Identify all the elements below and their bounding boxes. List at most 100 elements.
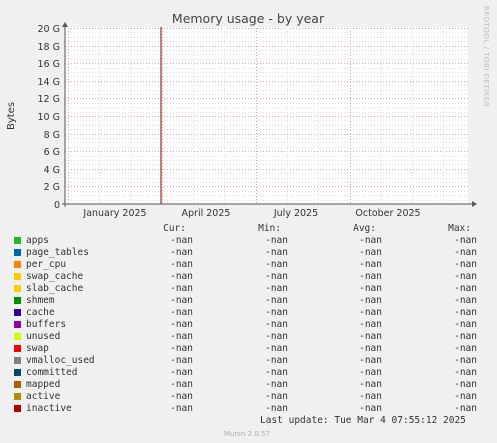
legend-value-max: -nan	[454, 307, 477, 318]
legend-value-min: -nan	[265, 271, 288, 282]
legend-value-avg: -nan	[359, 343, 382, 354]
legend-value-min: -nan	[265, 391, 288, 402]
legend-swatch	[14, 297, 21, 304]
legend-series-name: active	[26, 391, 61, 402]
y-tick-label: 8 G	[44, 130, 60, 141]
legend-row: shmem -nan -nan -nan -nan	[0, 295, 497, 307]
legend-value-cur: -nan	[170, 355, 193, 366]
legend-value-cur: -nan	[170, 307, 193, 318]
grid	[65, 28, 468, 205]
legend-value-cur: -nan	[170, 283, 193, 294]
chart-title: Memory usage - by year	[172, 11, 325, 26]
legend-row: cache -nan -nan -nan -nan	[0, 307, 497, 319]
legend-value-min: -nan	[265, 319, 288, 330]
legend-series-name: committed	[26, 367, 78, 378]
legend-value-min: -nan	[265, 379, 288, 390]
legend-row: apps -nan -nan -nan -nan	[0, 235, 497, 247]
legend-swatch	[14, 273, 21, 280]
legend-value-min: -nan	[265, 247, 288, 258]
legend-value-avg: -nan	[359, 283, 382, 294]
x-tick-label: October 2025	[355, 208, 420, 219]
legend-swatch	[14, 249, 21, 256]
legend-value-max: -nan	[454, 391, 477, 402]
legend-value-max: -nan	[454, 379, 477, 390]
legend-row: page_tables -nan -nan -nan -nan	[0, 247, 497, 259]
legend-value-max: -nan	[454, 259, 477, 270]
legend-swatch	[14, 333, 21, 340]
legend-value-cur: -nan	[170, 367, 193, 378]
legend-value-avg: -nan	[359, 319, 382, 330]
legend-series-name: buffers	[26, 319, 67, 330]
legend-value-max: -nan	[454, 403, 477, 414]
legend-series-name: mapped	[26, 379, 61, 390]
y-tick-label: 14 G	[38, 77, 60, 88]
legend-row: per_cpu -nan -nan -nan -nan	[0, 259, 497, 271]
last-update: Last update: Tue Mar 4 07:55:12 2025	[260, 415, 466, 426]
legend-series-name: page_tables	[26, 247, 89, 258]
legend-swatch	[14, 261, 21, 268]
legend-row: swap -nan -nan -nan -nan	[0, 343, 497, 355]
legend-value-max: -nan	[454, 331, 477, 342]
legend-value-avg: -nan	[359, 295, 382, 306]
legend-value-min: -nan	[265, 235, 288, 246]
legend-value-cur: -nan	[170, 319, 193, 330]
legend-value-min: -nan	[265, 343, 288, 354]
legend-series-name: per_cpu	[26, 259, 67, 270]
legend-swatch	[14, 369, 21, 376]
legend-value-cur: -nan	[170, 259, 193, 270]
legend-value-avg: -nan	[359, 259, 382, 270]
legend-value-min: -nan	[265, 295, 288, 306]
legend-swatch	[14, 237, 21, 244]
legend-swatch	[14, 381, 21, 388]
legend-value-avg: -nan	[359, 379, 382, 390]
legend-series-name: inactive	[26, 403, 72, 414]
legend-value-min: -nan	[265, 367, 288, 378]
plot-area	[65, 27, 468, 204]
legend-value-max: -nan	[454, 355, 477, 366]
legend-value-max: -nan	[454, 283, 477, 294]
x-tick-label: January 2025	[82, 208, 146, 219]
legend-swatch	[14, 309, 21, 316]
y-tick-label: 2 G	[44, 182, 60, 193]
legend-value-min: -nan	[265, 403, 288, 414]
header-min: Min:	[258, 223, 281, 234]
y-tick-label: 12 G	[38, 94, 60, 105]
y-tick-label: 20 G	[38, 24, 60, 35]
legend-value-avg: -nan	[359, 307, 382, 318]
header-avg: Avg:	[353, 223, 376, 234]
legend-value-avg: -nan	[359, 391, 382, 402]
y-axis-label: Bytes	[6, 102, 17, 130]
legend-value-cur: -nan	[170, 391, 193, 402]
legend-series-name: swap_cache	[26, 271, 84, 282]
legend-value-cur: -nan	[170, 295, 193, 306]
legend-row: buffers -nan -nan -nan -nan	[0, 319, 497, 331]
legend-value-min: -nan	[265, 331, 288, 342]
y-tick-label: 4 G	[44, 165, 60, 176]
legend-row: inactive -nan -nan -nan -nan	[0, 403, 497, 415]
legend-row: mapped -nan -nan -nan -nan	[0, 379, 497, 391]
y-tick-label: 16 G	[38, 59, 60, 70]
legend-value-max: -nan	[454, 343, 477, 354]
legend-value-max: -nan	[454, 295, 477, 306]
y-axis-arrow	[62, 22, 68, 27]
legend-value-cur: -nan	[170, 379, 193, 390]
legend-swatch	[14, 357, 21, 364]
legend-value-max: -nan	[454, 319, 477, 330]
y-tick-labels: 0 2 G 4 G 6 G 8 G 10 G 12 G 14 G 16 G 18 G 20 G	[38, 24, 60, 211]
legend-swatch	[14, 405, 21, 412]
legend-row: committed -nan -nan -nan -nan	[0, 367, 497, 379]
legend-row: slab_cache -nan -nan -nan -nan	[0, 283, 497, 295]
legend-value-avg: -nan	[359, 367, 382, 378]
legend-value-avg: -nan	[359, 247, 382, 258]
legend-row: swap_cache -nan -nan -nan -nan	[0, 271, 497, 283]
legend-value-max: -nan	[454, 367, 477, 378]
y-tick-label: 10 G	[38, 112, 60, 123]
x-axis-arrow	[472, 201, 477, 207]
legend-value-min: -nan	[265, 283, 288, 294]
y-tick-label: 0	[54, 200, 60, 211]
legend-swatch	[14, 321, 21, 328]
legend-swatch	[14, 393, 21, 400]
legend-value-cur: -nan	[170, 343, 193, 354]
legend-series-name: slab_cache	[26, 283, 84, 294]
x-tick-label: April 2025	[182, 208, 231, 219]
